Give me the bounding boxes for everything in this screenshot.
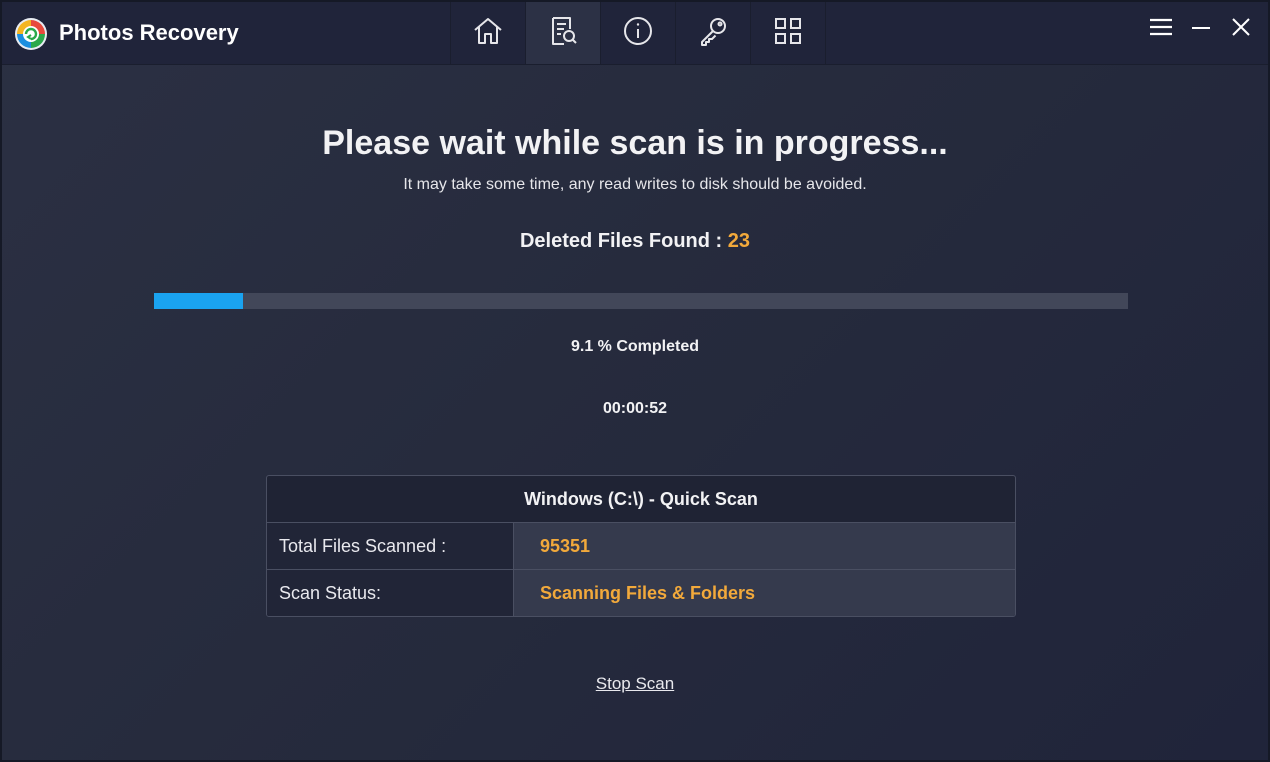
details-value: Scanning Files & Folders [514,570,1015,616]
window-controls [1148,16,1254,42]
hamburger-menu-icon [1148,14,1174,45]
close-button[interactable] [1228,16,1254,42]
scan-document-icon [546,14,580,53]
deleted-files-found: Deleted Files Found : 23 [2,230,1268,253]
tab-scan[interactable] [525,2,600,64]
tab-register[interactable] [675,2,750,64]
key-icon [696,14,730,53]
home-icon [471,14,505,53]
title-bar: Photos Recovery [2,2,1268,65]
details-row-scan-status: Scan Status: Scanning Files & Folders [267,569,1015,616]
minimize-icon [1188,14,1214,45]
tab-info[interactable] [600,2,675,64]
details-value: 95351 [514,523,1015,569]
details-label: Total Files Scanned : [267,523,514,569]
main-nav [450,2,826,64]
app-logo-icon [14,17,48,51]
menu-button[interactable] [1148,16,1174,42]
details-row-total-files: Total Files Scanned : 95351 [267,523,1015,569]
tab-home[interactable] [450,2,525,64]
close-icon [1228,14,1254,45]
tab-more-apps[interactable] [750,2,826,64]
stop-scan-link[interactable]: Stop Scan [596,674,674,693]
scan-subline: It may take some time, any read writes t… [403,176,867,193]
scan-details-title: Windows (C:\) - Quick Scan [267,476,1015,523]
app-window: Photos Recovery Please wait while scan i… [0,0,1270,762]
progress-percent-text: 9.1 % Completed [570,338,700,355]
grid-apps-icon [771,14,805,53]
info-icon [621,14,655,53]
scan-progress-fill [154,293,243,309]
deleted-files-count: 23 [727,230,751,252]
stop-scan-container: Stop Scan [2,674,1268,694]
minimize-button[interactable] [1188,16,1214,42]
scan-headline: Please wait while scan is in progress... [322,124,948,162]
app-title: Photos Recovery [59,20,239,45]
elapsed-time: 00:00:52 [602,400,668,417]
deleted-files-label: Deleted Files Found : [519,230,723,252]
details-label: Scan Status: [267,570,514,616]
scan-progress-bar [154,293,1128,309]
scan-details-panel: Windows (C:\) - Quick Scan Total Files S… [266,475,1016,617]
